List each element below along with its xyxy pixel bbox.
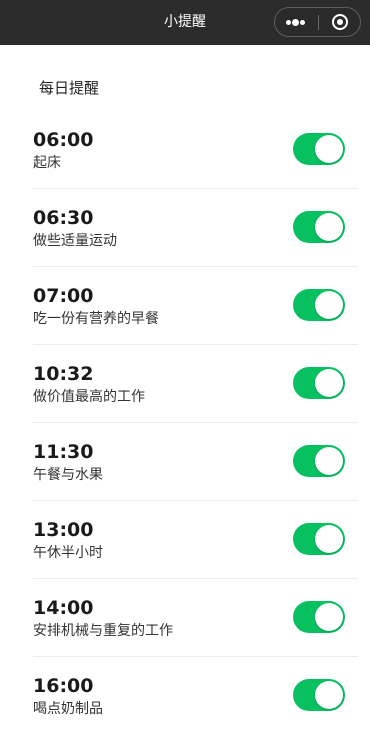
reminder-toggle[interactable] [293, 367, 345, 399]
toggle-knob [315, 369, 343, 397]
reminder-time: 11:30 [33, 441, 94, 463]
reminder-toggle[interactable] [293, 445, 345, 477]
toggle-knob [315, 681, 343, 709]
reminder-time: 07:00 [33, 285, 94, 307]
more-dots-icon [300, 20, 305, 25]
reminder-item[interactable]: 10:32 做价值最高的工作 [33, 345, 358, 423]
reminder-toggle[interactable] [293, 523, 345, 555]
reminder-toggle[interactable] [293, 133, 345, 165]
reminder-item[interactable]: 14:00 安排机械与重复的工作 [33, 579, 358, 657]
reminder-label: 做价值最高的工作 [33, 389, 145, 405]
more-button[interactable] [275, 8, 318, 36]
menu-capsule [274, 7, 361, 37]
reminder-time: 06:30 [33, 207, 94, 229]
reminder-toggle[interactable] [293, 679, 345, 711]
reminder-time: 16:00 [33, 675, 94, 697]
reminder-item[interactable]: 13:00 午休半小时 [33, 501, 358, 579]
toggle-knob [315, 447, 343, 475]
toggle-knob [315, 135, 343, 163]
toggle-knob [315, 603, 343, 631]
reminder-item[interactable]: 07:00 吃一份有营养的早餐 [33, 267, 358, 345]
section-title: 每日提醒 [39, 79, 100, 97]
reminder-label: 安排机械与重复的工作 [33, 623, 173, 639]
reminder-label: 做些适量运动 [33, 233, 117, 249]
reminder-item[interactable]: 11:30 午餐与水果 [33, 423, 358, 501]
toggle-knob [315, 291, 343, 319]
reminder-toggle[interactable] [293, 289, 345, 321]
reminder-item[interactable]: 16:00 喝点奶制品 [33, 657, 358, 733]
navigation-bar: 小提醒 [0, 0, 370, 45]
more-dots-icon [292, 19, 299, 26]
reminder-item[interactable]: 06:00 起床 [33, 111, 358, 189]
reminder-time: 10:32 [33, 363, 94, 385]
close-button[interactable] [319, 8, 361, 36]
reminder-label: 起床 [33, 155, 61, 171]
more-dots-icon [286, 20, 291, 25]
reminder-time: 06:00 [33, 129, 94, 151]
reminder-label: 午餐与水果 [33, 467, 103, 483]
reminder-time: 14:00 [33, 597, 94, 619]
toggle-knob [315, 213, 343, 241]
reminder-toggle[interactable] [293, 211, 345, 243]
reminder-time: 13:00 [33, 519, 94, 541]
reminder-label: 喝点奶制品 [33, 701, 103, 717]
close-target-dot [337, 19, 343, 25]
reminder-toggle[interactable] [293, 601, 345, 633]
reminder-item[interactable]: 06:30 做些适量运动 [33, 189, 358, 267]
reminder-list: 06:00 起床 06:30 做些适量运动 07:00 吃一份有营养的早餐 10… [0, 111, 370, 733]
toggle-knob [315, 525, 343, 553]
reminder-label: 午休半小时 [33, 545, 103, 561]
reminder-label: 吃一份有营养的早餐 [33, 311, 159, 327]
